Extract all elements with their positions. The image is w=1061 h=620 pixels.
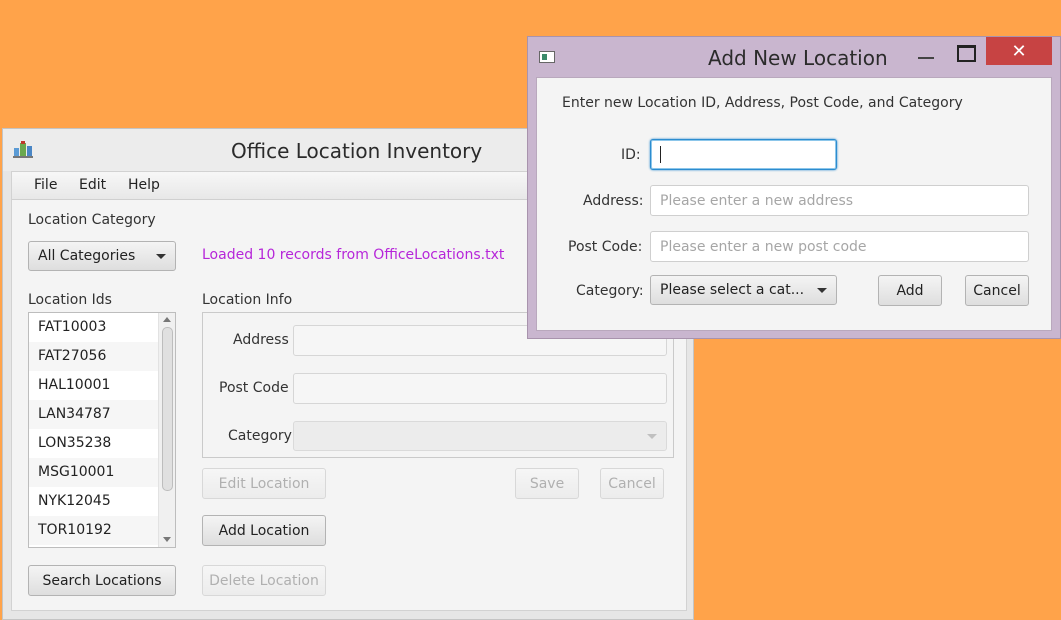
location-category-label: Location Category [28, 212, 156, 228]
scroll-down-icon[interactable] [163, 537, 171, 542]
window-title: Office Location Inventory [231, 139, 483, 163]
category-select-value: Please select a cat... [660, 282, 805, 298]
category-select[interactable]: Please select a cat... [650, 275, 837, 305]
location-ids-label: Location Ids [28, 292, 112, 308]
category-label: Category [228, 428, 292, 444]
chevron-down-icon [817, 288, 827, 293]
add-location-button[interactable]: Add Location [202, 515, 326, 546]
status-message: Loaded 10 records from OfficeLocations.t… [202, 247, 505, 263]
list-item[interactable]: HAL10001 [29, 371, 158, 400]
list-item[interactable]: LON35238 [29, 429, 158, 458]
address-label: Address: [583, 193, 644, 209]
list-item[interactable]: LAN34787 [29, 400, 158, 429]
edit-location-button[interactable]: Edit Location [202, 468, 326, 499]
minimize-icon[interactable] [914, 49, 938, 67]
menu-edit[interactable]: Edit [79, 177, 106, 193]
menu-file[interactable]: File [34, 177, 57, 193]
location-info-label: Location Info [202, 292, 293, 308]
cancel-button[interactable]: Cancel [965, 275, 1029, 306]
scroll-up-icon[interactable] [163, 317, 171, 322]
dialog-body: Enter new Location ID, Address, Post Cod… [536, 77, 1052, 331]
app-icon [13, 141, 33, 158]
post-code-field[interactable] [293, 373, 667, 404]
address-field[interactable]: Please enter a new address [650, 185, 1029, 216]
menu-help[interactable]: Help [128, 177, 160, 193]
id-field[interactable] [650, 139, 837, 170]
post-code-label: Post Code [219, 380, 289, 396]
chevron-down-icon [647, 434, 657, 439]
window-icon [539, 51, 555, 63]
scroll-thumb[interactable] [162, 327, 173, 491]
address-label: Address [233, 332, 289, 348]
location-ids-list[interactable]: FAT10003 FAT27056 HAL10001 LAN34787 LON3… [28, 312, 176, 548]
list-scrollbar[interactable] [158, 313, 175, 547]
id-label: ID: [621, 147, 641, 163]
maximize-icon[interactable] [953, 45, 977, 63]
list-item[interactable]: FAT27056 [29, 342, 158, 371]
dialog-instructions: Enter new Location ID, Address, Post Cod… [562, 95, 963, 111]
add-location-dialog: Add New Location ✕ Enter new Location ID… [527, 36, 1061, 339]
search-locations-button[interactable]: Search Locations [28, 565, 176, 596]
dialog-titlebar[interactable]: Add New Location ✕ [528, 37, 1060, 77]
close-icon[interactable]: ✕ [986, 37, 1052, 65]
list-item[interactable]: FAT10003 [29, 313, 158, 342]
save-button[interactable]: Save [515, 468, 579, 499]
add-button[interactable]: Add [878, 275, 942, 306]
list-item[interactable]: MSG10001 [29, 458, 158, 487]
chevron-down-icon [156, 254, 166, 259]
list-item[interactable]: NYK12045 [29, 487, 158, 516]
dialog-title: Add New Location [708, 46, 888, 70]
cancel-button[interactable]: Cancel [600, 468, 664, 499]
post-code-label: Post Code: [568, 239, 643, 255]
list-item[interactable]: TOR10192 [29, 516, 158, 545]
delete-location-button[interactable]: Delete Location [202, 565, 326, 596]
location-category-value: All Categories [38, 248, 136, 264]
category-label: Category: [576, 283, 644, 299]
location-category-select[interactable]: All Categories [28, 241, 176, 271]
category-select[interactable] [293, 421, 667, 451]
post-code-field[interactable]: Please enter a new post code [650, 231, 1029, 262]
text-caret [660, 146, 661, 163]
